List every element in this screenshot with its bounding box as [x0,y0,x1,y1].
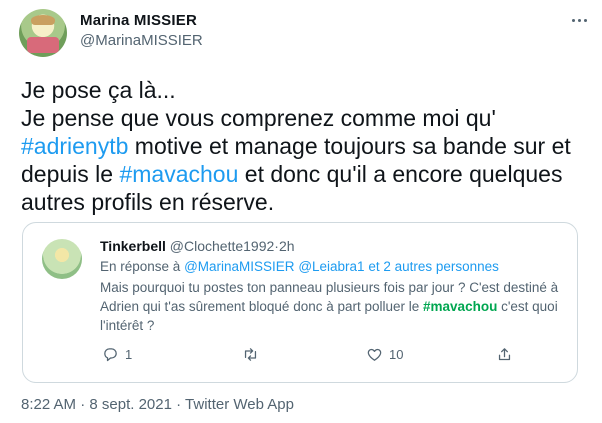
share-icon [498,348,511,361]
more-icon[interactable] [567,10,591,30]
hashtag-mavachou[interactable]: #mavachou [119,161,238,187]
tweet-date[interactable]: 8 sept. 2021 [89,396,172,413]
author-name[interactable]: Marina MISSIER [80,12,197,29]
quoted-header: Tinkerbell @Clochette1992·2h [100,238,295,254]
retweet-icon [244,348,257,361]
reply-others-link[interactable]: et 2 autres personnes [368,259,499,274]
avatar-hat-shape [31,15,55,25]
meta-separator-1: · [80,396,86,413]
like-count: 10 [389,347,404,362]
quoted-body: Mais pourquoi tu postes ton panneau plus… [100,278,560,335]
tweet-line-4-end: et donc qu'il a encore quelques [238,161,563,187]
tweet-metadata: 8:22 AM · 8 sept. 2021 · Twitter Web App [21,396,294,413]
share-action[interactable] [496,346,513,363]
tweet-line-2: Je pense que vous comprenez comme moi qu… [21,105,496,131]
quoted-tweet[interactable]: Tinkerbell @Clochette1992·2h En réponse … [22,222,578,383]
meta-separator-2: · [176,396,182,413]
reply-mention-marina[interactable]: @MarinaMISSIER [184,259,294,274]
tweet-text: Je pose ça là... Je pense que vous compr… [21,76,591,216]
quoted-author-name[interactable]: Tinkerbell [100,238,166,254]
like-action[interactable]: 10 [366,346,403,363]
avatar-bag-shape [27,37,59,53]
author-handle[interactable]: @MarinaMISSIER [80,32,203,49]
reply-icon [104,348,117,362]
quoted-author-avatar[interactable] [42,239,82,279]
hashtag-adrienytb[interactable]: #adrienytb [21,133,128,159]
reply-mention-leiabra[interactable]: @Leiabra1 [298,259,364,274]
reply-count: 1 [125,347,133,362]
quoted-hashtag-mavachou[interactable]: #mavachou [423,299,497,314]
tweet-line-3: motive et manage toujours sa bande sur e… [128,133,571,159]
quoted-time[interactable]: 2h [279,238,295,254]
reply-prefix: En réponse à [100,259,185,274]
heart-icon [367,348,382,361]
retweet-action[interactable] [242,346,265,363]
quoted-author-handle[interactable]: @Clochette1992 [170,238,275,254]
tweet-line-4-start: depuis le [21,161,120,187]
reply-action[interactable]: 1 [102,346,132,363]
quoted-reply-context: En réponse à @MarinaMISSIER @Leiabra1 et… [100,259,499,274]
tweet-line-5: autres profils en réserve. [21,189,275,215]
tweet-line-1: Je pose ça là... [21,77,176,103]
tweet-time[interactable]: 8:22 AM [21,396,76,413]
tweet-source: Twitter Web App [185,396,294,413]
author-avatar[interactable] [19,9,67,57]
